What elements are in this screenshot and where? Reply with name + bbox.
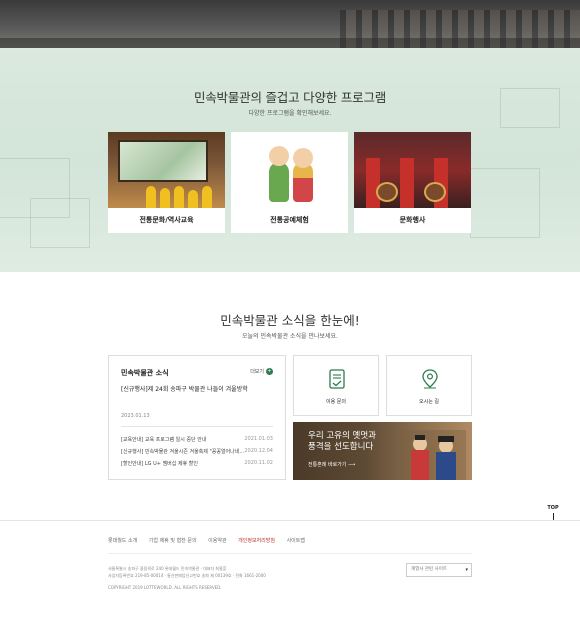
program-image-education <box>108 132 225 208</box>
footer-nav: 롯데월드 소개 기업 제휴 및 협찬 문의 이용약관 개인정보처리방침 사이트맵 <box>108 537 315 544</box>
document-check-icon <box>329 369 345 389</box>
plus-icon: + <box>266 368 273 375</box>
inquiry-tile[interactable]: 이용 문의 <box>293 355 379 416</box>
program-card-event[interactable]: 문화행사 <box>354 132 471 233</box>
news-lead-date: 2023.01.13 <box>121 413 150 419</box>
caret-down-icon: ▾ <box>465 567 468 573</box>
programs-title: 민속박물관의 즐겁고 다양한 프로그램 <box>193 90 387 105</box>
news-item[interactable]: [할인안내] LG U+ 멤버십 제휴 할인 2020.11.02 <box>121 460 273 468</box>
wedding-link[interactable]: 전통혼례 바로가기 ⟶ <box>308 461 355 468</box>
program-image-craft <box>231 132 348 208</box>
programs-section: 민속박물관의 즐겁고 다양한 프로그램 다양한 프로그램을 확인해보세요. 전통… <box>0 48 580 272</box>
news-box-title: 민속박물관 소식 <box>121 369 169 377</box>
program-card-label: 문화행사 <box>399 216 426 224</box>
directions-tile[interactable]: 오시는 길 <box>386 355 472 416</box>
news-subtitle: 오늘의 민속박물관 소식을 만나보세요. <box>242 333 338 340</box>
program-card-label: 전통문화/역사교육 <box>139 216 194 224</box>
footer-link[interactable]: 이용약관 <box>208 538 226 544</box>
footer-link[interactable]: 롯데월드 소개 <box>108 538 137 544</box>
footer-link-privacy[interactable]: 개인정보처리방침 <box>238 538 275 544</box>
news-lead-link[interactable]: [신규행사]제 24회 송파구 박물관 나들이 겨울방학 <box>121 384 248 393</box>
promo-line-1: 우리 고유의 옛멋과 <box>308 431 376 441</box>
more-link[interactable]: 더보기 + <box>250 368 273 375</box>
news-box: 민속박물관 소식 더보기 + [신규행사]제 24회 송파구 박물관 나들이 겨울… <box>108 355 286 480</box>
news-item[interactable]: [교육안내] 교육 프로그램 일시 중단 안내 2021.01.03 <box>121 436 273 444</box>
footer-link[interactable]: 기업 제휴 및 협찬 문의 <box>149 538 197 544</box>
hero-banner-bottom <box>0 0 580 48</box>
footer-address: 서울특별시 송파구 올림픽로 240 롯데월드 민속박물관 · 대표자 최홍훈 … <box>108 566 266 578</box>
footer-link[interactable]: 사이트맵 <box>287 538 305 544</box>
family-site-select[interactable]: 계열사 관련 사이트 ▾ <box>406 563 472 577</box>
wedding-promo-banner[interactable]: 우리 고유의 옛멋과 풍격을 선도합니다 전통혼례 바로가기 ⟶ <box>293 422 472 480</box>
wedding-couple-image <box>400 430 466 480</box>
location-pin-icon <box>422 369 438 389</box>
program-card-craft[interactable]: 전통공예체험 <box>231 132 348 233</box>
scroll-top-button[interactable]: TOP <box>546 505 560 521</box>
programs-subtitle: 다양한 프로그램을 확인해보세요. <box>248 110 332 117</box>
news-title: 민속박물관 소식을 한눈에! <box>220 313 360 328</box>
program-card-label: 전통공예체험 <box>270 216 309 224</box>
program-card-education[interactable]: 전통문화/역사교육 <box>108 132 225 233</box>
footer-copyright: COPYRIGHT 2019 LOTTEWORLD. ALL RIGHTS RE… <box>108 585 222 590</box>
program-image-event <box>354 132 471 208</box>
promo-line-2: 풍격을 선도합니다 <box>308 442 374 452</box>
news-item[interactable]: [신규행사] 민속박물관 겨울시즌 겨울축제 "꽁꽁얼어나네... 2020.1… <box>121 448 273 456</box>
